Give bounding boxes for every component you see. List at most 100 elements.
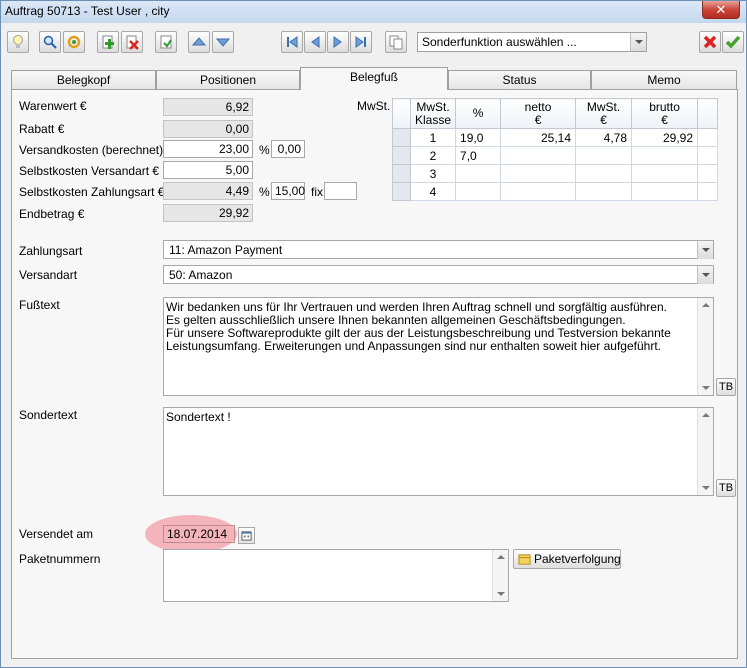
sonderfunktion-value: Sonderfunktion auswählen ... (422, 35, 577, 49)
mwst-header-row: MwSt. Klasse % netto € MwSt. € brutto € (392, 98, 719, 129)
sondertext-tb-button[interactable]: TB (716, 479, 736, 497)
next-record-button[interactable] (327, 31, 349, 53)
header-percent-line1: % (472, 106, 484, 120)
cancel-button[interactable] (699, 31, 721, 53)
header-klasse-line2: Klasse (415, 112, 452, 127)
zahlung-percent-field[interactable]: 15,00 (271, 182, 305, 200)
versandkosten-label: Versandkosten (berechnet) € (19, 143, 174, 157)
toolbar: Sonderfunktion auswählen ... (1, 23, 746, 61)
delete-button[interactable] (121, 31, 143, 53)
paketverfolgung-button[interactable]: Paketverfolgung (513, 549, 621, 569)
fusstext-tb-button[interactable]: TB (716, 378, 736, 396)
tab-belegfuss[interactable]: Belegfuß (300, 67, 448, 90)
fusstext-textarea[interactable]: Wir bedanken uns für Ihr Vertrauen und w… (163, 297, 714, 396)
cell-netto[interactable]: 25,14 (500, 128, 577, 147)
search-button[interactable] (39, 31, 61, 53)
cell-percent[interactable]: 7,0 (455, 146, 502, 165)
zahlungsart-label: Zahlungsart (19, 244, 83, 258)
selbstkosten-versand-field[interactable]: 5,00 (163, 161, 253, 179)
scroll-up-icon[interactable] (702, 303, 710, 307)
last-record-button[interactable] (350, 31, 372, 53)
last-icon (355, 36, 366, 48)
cell-mwst[interactable]: 4,78 (575, 128, 633, 147)
cell-percent[interactable] (455, 182, 502, 201)
tab-belegkopf[interactable]: Belegkopf (11, 70, 156, 90)
versandkosten-field[interactable]: 23,00 (163, 140, 253, 158)
scroll-down-icon[interactable] (702, 386, 710, 390)
rabatt-field: 0,00 (163, 120, 253, 138)
order-window: Auftrag 50713 - Test User , city ✕ Sonde… (0, 0, 747, 668)
cell-netto[interactable] (500, 182, 577, 201)
scroll-up-icon[interactable] (497, 555, 505, 559)
row-selector[interactable] (392, 164, 411, 183)
zahlungsart-select[interactable]: 11: Amazon Payment (163, 240, 714, 259)
cell-brutto[interactable]: 29,92 (631, 128, 699, 147)
sonderfunktion-select[interactable]: Sonderfunktion auswählen ... (417, 32, 647, 52)
cell-brutto[interactable] (631, 182, 699, 201)
ok-button[interactable] (722, 31, 744, 53)
table-row[interactable]: 1 19,0 25,14 4,78 29,92 (392, 128, 719, 147)
endbetrag-field: 29,92 (163, 204, 253, 222)
table-row[interactable]: 4 (392, 182, 719, 201)
zahlung-percent-label: % (259, 185, 270, 199)
cell-klasse[interactable]: 3 (409, 164, 457, 183)
cell-percent[interactable] (455, 164, 502, 183)
scroll-up-icon[interactable] (702, 413, 710, 417)
cell-klasse[interactable]: 2 (409, 146, 457, 165)
cell-brutto[interactable] (631, 146, 699, 165)
refresh-button[interactable] (63, 31, 85, 53)
bulb-button[interactable] (7, 31, 29, 53)
chevron-down-icon[interactable] (630, 33, 646, 51)
sondertext-scrollbar[interactable] (697, 408, 713, 495)
tab-strip: Belegkopf Positionen Belegfuß Status Mem… (11, 67, 737, 90)
tab-status[interactable]: Status (448, 70, 591, 90)
up-icon (191, 37, 207, 46)
header-mwst: MwSt. € (575, 98, 633, 129)
move-up-button[interactable] (188, 31, 210, 53)
move-down-button[interactable] (212, 31, 234, 53)
cell-klasse[interactable]: 4 (409, 182, 457, 201)
next-icon (333, 36, 342, 48)
row-selector[interactable] (392, 182, 411, 201)
chevron-down-icon[interactable] (697, 266, 713, 284)
fusstext-label: Fußtext (19, 298, 60, 312)
cell-mwst[interactable] (575, 146, 633, 165)
close-button[interactable]: ✕ (702, 1, 740, 19)
first-record-button[interactable] (281, 31, 303, 53)
table-row[interactable]: 2 7,0 (392, 146, 719, 165)
delete-icon (126, 35, 139, 50)
tab-positionen[interactable]: Positionen (156, 70, 300, 90)
window-title: Auftrag 50713 - Test User , city (5, 4, 170, 18)
sondertext-textarea[interactable]: Sondertext ! (163, 407, 714, 496)
versandart-select[interactable]: 50: Amazon (163, 265, 714, 284)
cell-brutto[interactable] (631, 164, 699, 183)
scroll-down-icon[interactable] (702, 486, 710, 490)
row-selector[interactable] (392, 146, 411, 165)
paketnummern-textarea[interactable] (163, 549, 509, 602)
versand-percent-field[interactable]: 0,00 (271, 140, 305, 158)
paketnummern-scrollbar[interactable] (492, 550, 508, 601)
tab-memo[interactable]: Memo (591, 70, 737, 90)
fusstext-scrollbar[interactable] (697, 298, 713, 395)
table-row[interactable]: 3 (392, 164, 719, 183)
cell-mwst[interactable] (575, 182, 633, 201)
copy-button[interactable] (385, 31, 407, 53)
cell-klasse[interactable]: 1 (409, 128, 457, 147)
row-selector-header (392, 98, 411, 129)
cell-netto[interactable] (500, 146, 577, 165)
add-icon (102, 35, 114, 49)
export-button[interactable] (155, 31, 177, 53)
versendet-date-field[interactable]: 18.07.2014 (163, 525, 235, 543)
cell-netto[interactable] (500, 164, 577, 183)
row-selector[interactable] (392, 128, 411, 147)
calendar-button[interactable] (238, 527, 255, 544)
prev-record-button[interactable] (304, 31, 326, 53)
scroll-down-icon[interactable] (497, 592, 505, 596)
cell-extra (697, 164, 719, 183)
cancel-icon (703, 35, 717, 49)
fix-field[interactable] (324, 182, 357, 200)
cell-mwst[interactable] (575, 164, 633, 183)
chevron-down-icon[interactable] (697, 241, 713, 259)
cell-percent[interactable]: 19,0 (455, 128, 502, 147)
add-button[interactable] (97, 31, 119, 53)
